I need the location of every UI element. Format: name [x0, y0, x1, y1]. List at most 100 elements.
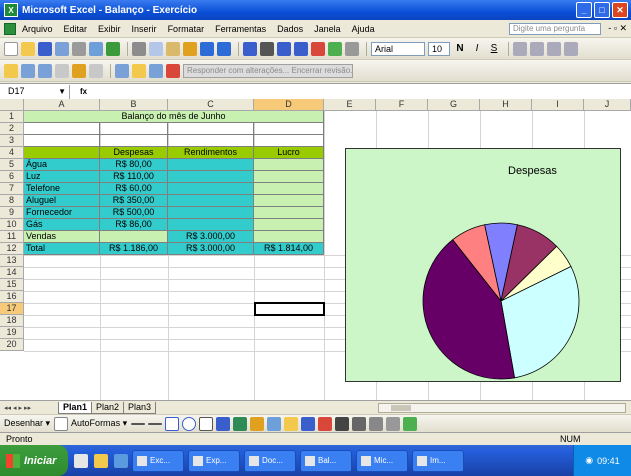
review-icon-1[interactable] [4, 63, 18, 78]
review-icon-4[interactable] [55, 63, 69, 78]
permission-icon[interactable] [55, 41, 69, 56]
item-despesa[interactable]: R$ 60,00 [100, 183, 168, 195]
review-icon-5[interactable] [72, 63, 86, 78]
horizontal-scrollbar[interactable] [378, 403, 626, 413]
cell-d3[interactable] [254, 135, 324, 147]
row-header-15[interactable]: 15 [0, 279, 24, 291]
help-question-input[interactable]: Digite uma pergunta [509, 23, 601, 35]
format-painter-icon[interactable] [183, 41, 197, 56]
row-header-10[interactable]: 10 [0, 219, 24, 231]
column-header-e[interactable]: E [324, 99, 376, 111]
item-rendimento[interactable] [168, 159, 254, 171]
merge-center-icon[interactable] [564, 41, 578, 56]
row-header-4[interactable]: 4 [0, 147, 24, 159]
task-button[interactable]: Im... [412, 449, 464, 472]
item-label[interactable]: Luz [24, 171, 100, 183]
item-lucro[interactable] [254, 171, 324, 183]
review-icon-6[interactable] [89, 63, 103, 78]
copy-icon[interactable] [149, 41, 163, 56]
new-icon[interactable] [4, 41, 18, 56]
review-icon-10[interactable] [166, 63, 180, 78]
menu-dados[interactable]: Dados [277, 24, 303, 34]
name-box[interactable]: D17 ▼ [0, 84, 70, 99]
review-icon-8[interactable] [132, 63, 146, 78]
start-button[interactable]: Iniciar [0, 445, 68, 476]
task-button[interactable]: Mic... [356, 449, 408, 472]
review-icon-3[interactable] [38, 63, 52, 78]
row-header-17[interactable]: 17 [0, 303, 24, 315]
drawing-icon[interactable] [328, 41, 342, 56]
save-icon[interactable] [38, 41, 52, 56]
row-header-9[interactable]: 9 [0, 207, 24, 219]
font-color-icon[interactable] [318, 416, 333, 431]
line-color-icon[interactable] [301, 416, 316, 431]
task-button[interactable]: Doc... [244, 449, 296, 472]
item-despesa[interactable]: R$ 80,00 [100, 159, 168, 171]
spelling-icon[interactable] [106, 41, 120, 56]
item-label[interactable]: Fornecedor [24, 207, 100, 219]
redo-icon[interactable] [217, 41, 231, 56]
sheet-title-cell[interactable]: Balanço do mês de Junho [24, 111, 324, 123]
cell-c3[interactable] [168, 135, 254, 147]
row-header-11[interactable]: 11 [0, 231, 24, 243]
total-despesas[interactable]: R$ 1.186,00 [100, 243, 168, 255]
italic-button[interactable]: I [470, 42, 484, 56]
cut-icon[interactable] [132, 41, 146, 56]
row-header-18[interactable]: 18 [0, 315, 24, 327]
autoshapes-button[interactable]: AutoFormas ▾ [71, 418, 127, 429]
row-header-12[interactable]: 12 [0, 243, 24, 255]
fx-icon[interactable]: fx [70, 87, 100, 96]
arrow-icon[interactable] [148, 422, 163, 425]
row-header-19[interactable]: 19 [0, 327, 24, 339]
task-button[interactable]: Exp... [188, 449, 240, 472]
menu-inserir[interactable]: Inserir [132, 24, 157, 34]
tab-plan3[interactable]: Plan3 [123, 401, 157, 414]
quicklaunch-desktop-icon[interactable] [114, 453, 128, 468]
tab-plan2[interactable]: Plan2 [91, 401, 125, 414]
item-despesa[interactable]: R$ 350,00 [100, 195, 168, 207]
item-lucro[interactable] [254, 207, 324, 219]
column-header-c[interactable]: C [168, 99, 254, 111]
maximize-button[interactable]: □ [594, 2, 610, 18]
cell-a4[interactable] [24, 147, 100, 159]
menu-janela[interactable]: Janela [314, 24, 341, 34]
diagram-icon[interactable] [233, 416, 248, 431]
dash-style-icon[interactable] [352, 416, 367, 431]
menu-exibir[interactable]: Exibir [98, 24, 121, 34]
zoom-icon[interactable] [345, 41, 359, 56]
select-all-corner[interactable] [0, 99, 24, 111]
review-icon-9[interactable] [149, 63, 163, 78]
tray-icon[interactable]: ◉ [585, 455, 593, 466]
review-icon-7[interactable] [115, 63, 129, 78]
autosum-icon[interactable] [260, 41, 274, 56]
prev-sheet-button[interactable]: ◂ [13, 404, 17, 412]
row-header-13[interactable]: 13 [0, 255, 24, 267]
sort-descending-icon[interactable] [294, 41, 308, 56]
menu-ferramentas[interactable]: Ferramentas [215, 24, 266, 34]
draw-menu-button[interactable]: Desenhar ▾ [4, 418, 50, 429]
clipart-icon[interactable] [250, 416, 265, 431]
paste-icon[interactable] [166, 41, 180, 56]
underline-button[interactable]: S [487, 42, 501, 56]
cell-c2[interactable] [168, 123, 254, 135]
font-name-select[interactable]: Arial [371, 41, 425, 56]
excel-app-icon[interactable]: X [4, 3, 18, 17]
align-right-icon[interactable] [547, 41, 561, 56]
total-rendimentos[interactable]: R$ 3.000,00 [168, 243, 254, 255]
quicklaunch-ie-icon[interactable] [74, 453, 88, 468]
column-header-g[interactable]: G [428, 99, 480, 111]
align-left-icon[interactable] [513, 41, 527, 56]
column-header-h[interactable]: H [480, 99, 532, 111]
align-center-icon[interactable] [530, 41, 544, 56]
row-header-16[interactable]: 16 [0, 291, 24, 303]
line-icon[interactable] [131, 422, 146, 425]
item-lucro[interactable] [254, 159, 324, 171]
active-cell-d17[interactable] [254, 302, 325, 316]
shadow-icon[interactable] [386, 416, 401, 431]
vendas-despesa[interactable] [100, 231, 168, 243]
item-rendimento[interactable] [168, 207, 254, 219]
print-preview-icon[interactable] [89, 41, 103, 56]
hyperlink-icon[interactable] [243, 41, 257, 56]
fill-color-icon[interactable] [284, 416, 299, 431]
select-objects-icon[interactable] [54, 416, 69, 431]
